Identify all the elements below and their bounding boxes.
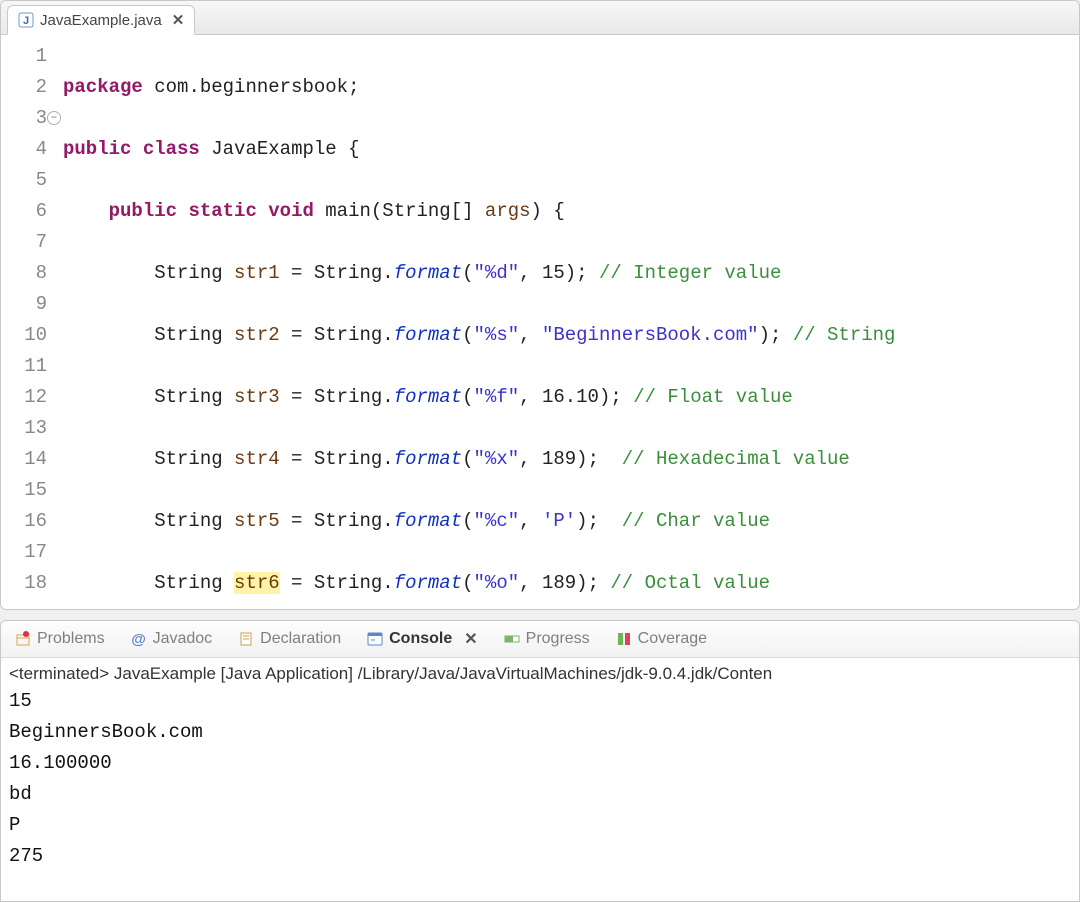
- view-tab-strip: Problems @ Javadoc Declaration Console ✕…: [1, 621, 1079, 658]
- tab-console[interactable]: Console ✕: [365, 627, 480, 651]
- tab-progress[interactable]: Progress: [502, 628, 592, 650]
- declaration-icon: [238, 631, 254, 647]
- editor-tab-label: JavaExample.java: [40, 12, 162, 29]
- javadoc-icon: @: [131, 631, 147, 647]
- tab-declaration[interactable]: Declaration: [236, 628, 343, 650]
- bottom-panel: Problems @ Javadoc Declaration Console ✕…: [0, 620, 1080, 902]
- editor-tab-strip: J JavaExample.java ✕: [1, 1, 1079, 35]
- console-icon: [367, 631, 383, 647]
- close-tab-icon[interactable]: ✕: [172, 11, 185, 29]
- line-number-gutter: 1 2 3– 4 5 6 7 8 9 10 11 12 13 14 15 16 …: [1, 35, 57, 609]
- editor-tab-javaexample[interactable]: J JavaExample.java ✕: [7, 5, 195, 35]
- source-code[interactable]: package com.beginnersbook; public class …: [57, 35, 1079, 609]
- java-file-icon: J: [18, 12, 34, 28]
- close-view-icon[interactable]: ✕: [464, 629, 477, 649]
- problems-icon: [15, 631, 31, 647]
- tab-coverage[interactable]: Coverage: [614, 628, 709, 650]
- editor-panel: J JavaExample.java ✕ 1 2 3– 4 5 6 7 8 9 …: [0, 0, 1080, 610]
- console-status-line: <terminated> JavaExample [Java Applicati…: [1, 658, 1079, 684]
- coverage-icon: [616, 631, 632, 647]
- code-area[interactable]: 1 2 3– 4 5 6 7 8 9 10 11 12 13 14 15 16 …: [1, 35, 1079, 609]
- tab-javadoc[interactable]: @ Javadoc: [129, 628, 215, 650]
- fold-toggle-icon[interactable]: –: [47, 111, 61, 125]
- svg-text:J: J: [23, 15, 29, 27]
- console-output[interactable]: 15 BeginnersBook.com 16.100000 bd P 275: [1, 684, 1079, 874]
- tab-problems[interactable]: Problems: [13, 628, 107, 650]
- progress-icon: [504, 631, 520, 647]
